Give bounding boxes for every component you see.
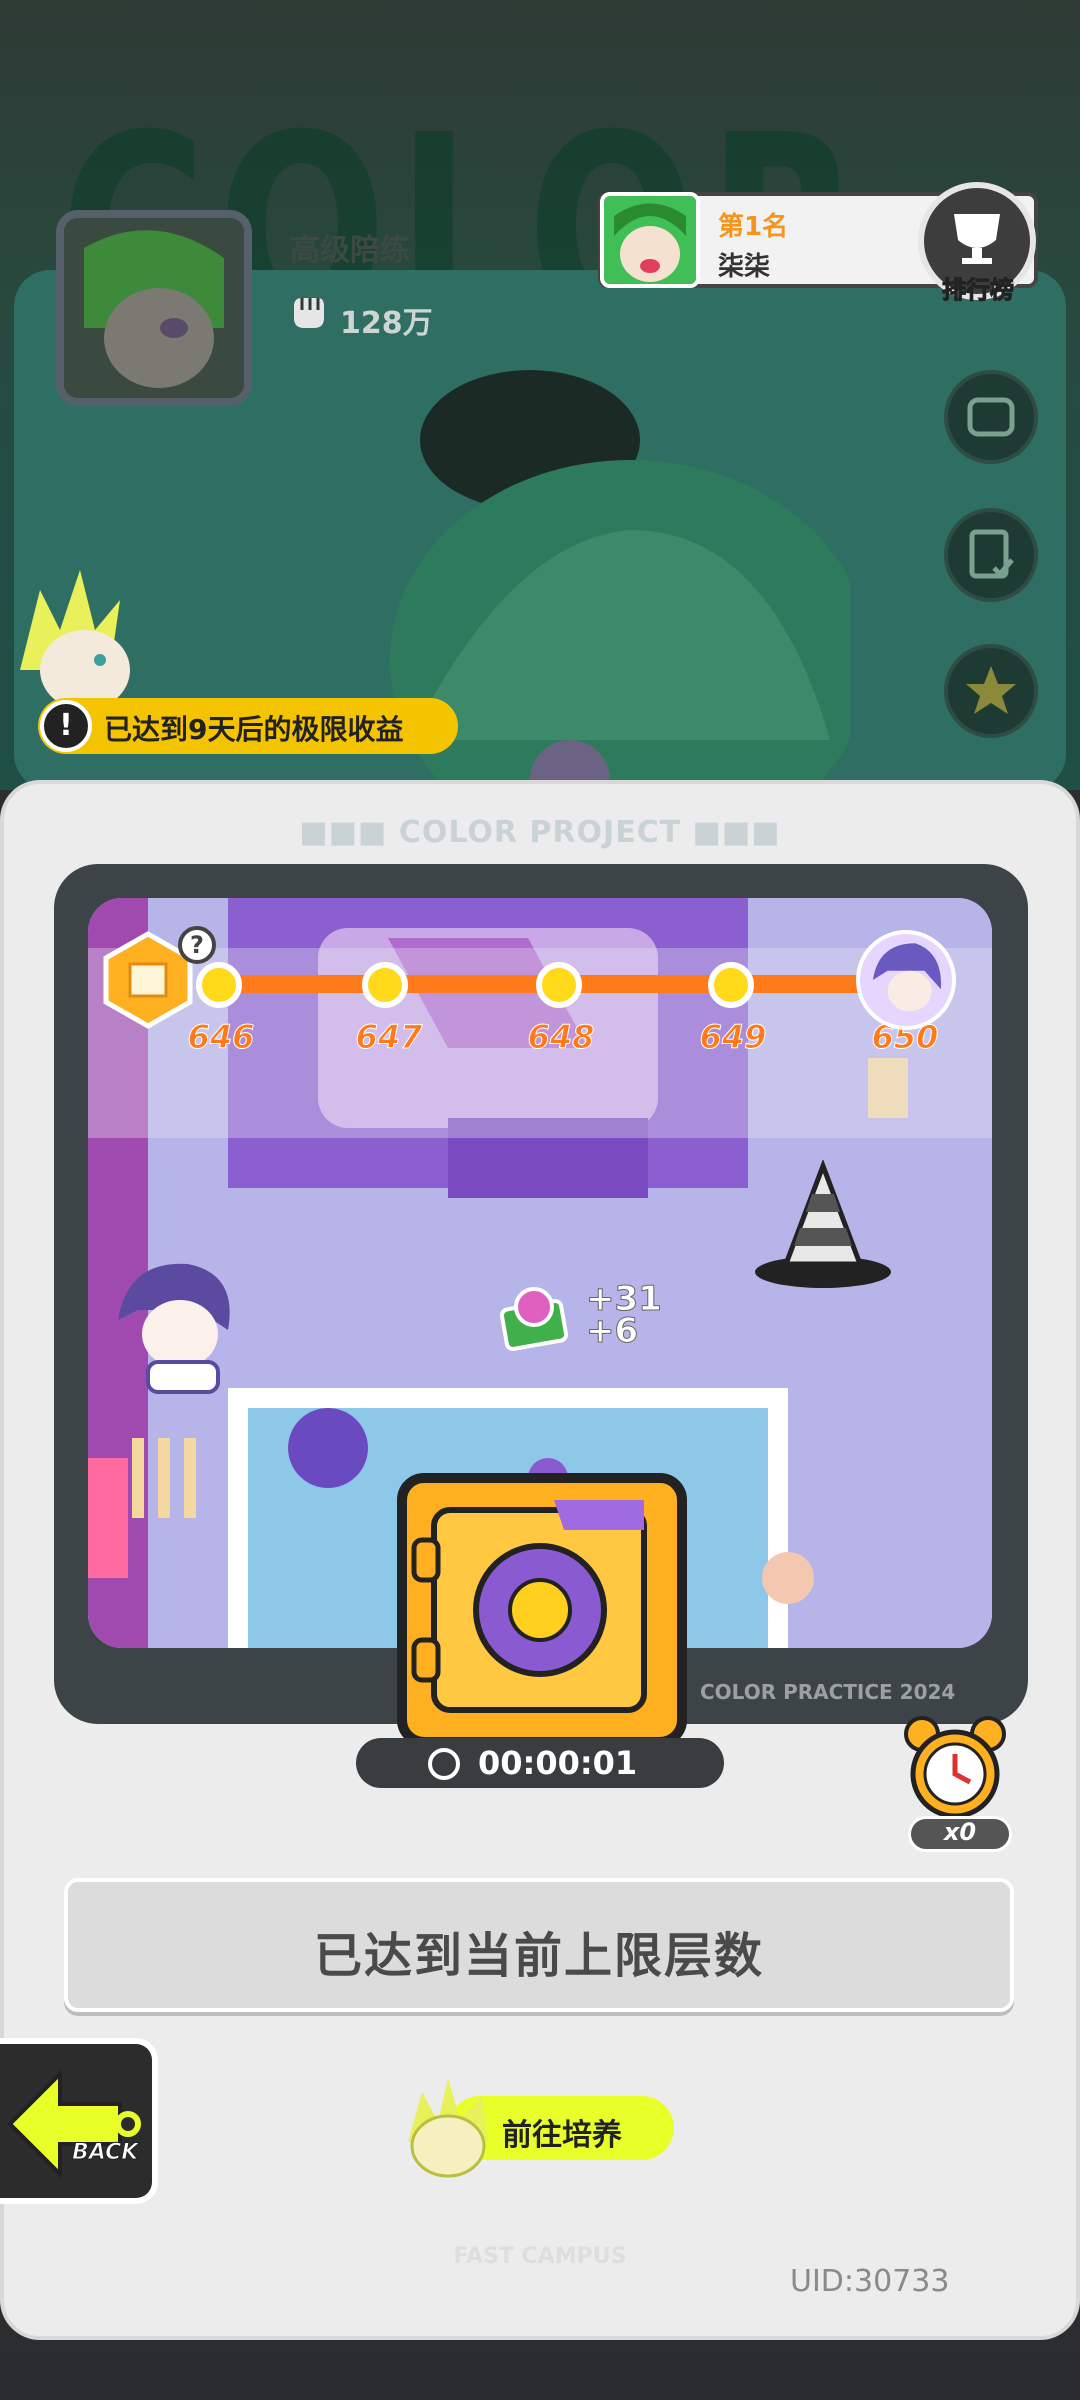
- back-label: BACK: [71, 2140, 139, 2166]
- side-button-mail[interactable]: [944, 370, 1038, 464]
- go-train-label: 前往培养: [502, 2118, 622, 2153]
- side-button-tasks[interactable]: [944, 508, 1038, 602]
- progress-node: [362, 962, 408, 1008]
- rank-avatar-portrait: [604, 196, 696, 284]
- reward-amounts: +31 +6: [586, 1282, 663, 1351]
- star-icon: [966, 666, 1016, 714]
- rank-position: 第1名: [718, 212, 789, 242]
- stage-credit: COLOR PRACTICE 2024: [700, 1680, 956, 1704]
- progress-node: [196, 962, 242, 1008]
- dialog-title: ■■■ COLOR PROJECT ■■■: [299, 815, 781, 850]
- alarm-clock-icon[interactable]: [900, 1712, 1010, 1822]
- traffic-cone-icon: [755, 1160, 891, 1288]
- boss-avatar-icon[interactable]: [856, 930, 956, 1030]
- safe-timer: 00:00:01: [478, 1744, 638, 1782]
- rank-avatar: [600, 192, 700, 288]
- floor-level-label: 647: [355, 1018, 423, 1057]
- alarm-count: x0: [943, 1818, 977, 1846]
- max-floor-text: 已达到当前上限层数: [313, 1928, 764, 1984]
- floor-level-label: 649: [699, 1018, 767, 1057]
- back-arrow-icon: [7, 2069, 141, 2179]
- profile-name: 高级陪练: [290, 233, 410, 268]
- bottom-bar: [0, 2352, 1080, 2400]
- leaderboard-label: 排行榜: [942, 276, 1015, 305]
- notice-text: 已达到9天后的极限收益: [104, 713, 404, 746]
- safe-icon[interactable]: [394, 1470, 690, 1750]
- fist-icon: [294, 298, 324, 328]
- side-button-event[interactable]: [944, 644, 1038, 738]
- help-icon[interactable]: ?: [178, 926, 216, 964]
- progress-node: [708, 962, 754, 1008]
- hero-character-icon: [118, 1263, 230, 1394]
- checklist-icon: [969, 529, 1014, 579]
- avatar-portrait: [64, 218, 244, 398]
- reward-line-2: +6: [586, 1311, 639, 1351]
- alert-icon: !: [40, 700, 92, 752]
- cash-reward-icon: [499, 1287, 569, 1351]
- rank-player-name: 柒柒: [718, 252, 771, 282]
- profile-power: 128万: [340, 306, 433, 341]
- dialog-title-text: COLOR PROJECT: [398, 815, 682, 850]
- user-id: UID:30733: [790, 2264, 950, 2299]
- floor-level-label: 648: [527, 1018, 595, 1057]
- train-character-icon: [408, 2078, 488, 2178]
- clock-icon: [428, 1748, 460, 1780]
- profile-avatar[interactable]: [56, 210, 252, 406]
- mailbox-icon: [967, 397, 1015, 437]
- notice-character-icon: [20, 570, 130, 710]
- back-button[interactable]: [0, 2038, 158, 2204]
- progress-node: [536, 962, 582, 1008]
